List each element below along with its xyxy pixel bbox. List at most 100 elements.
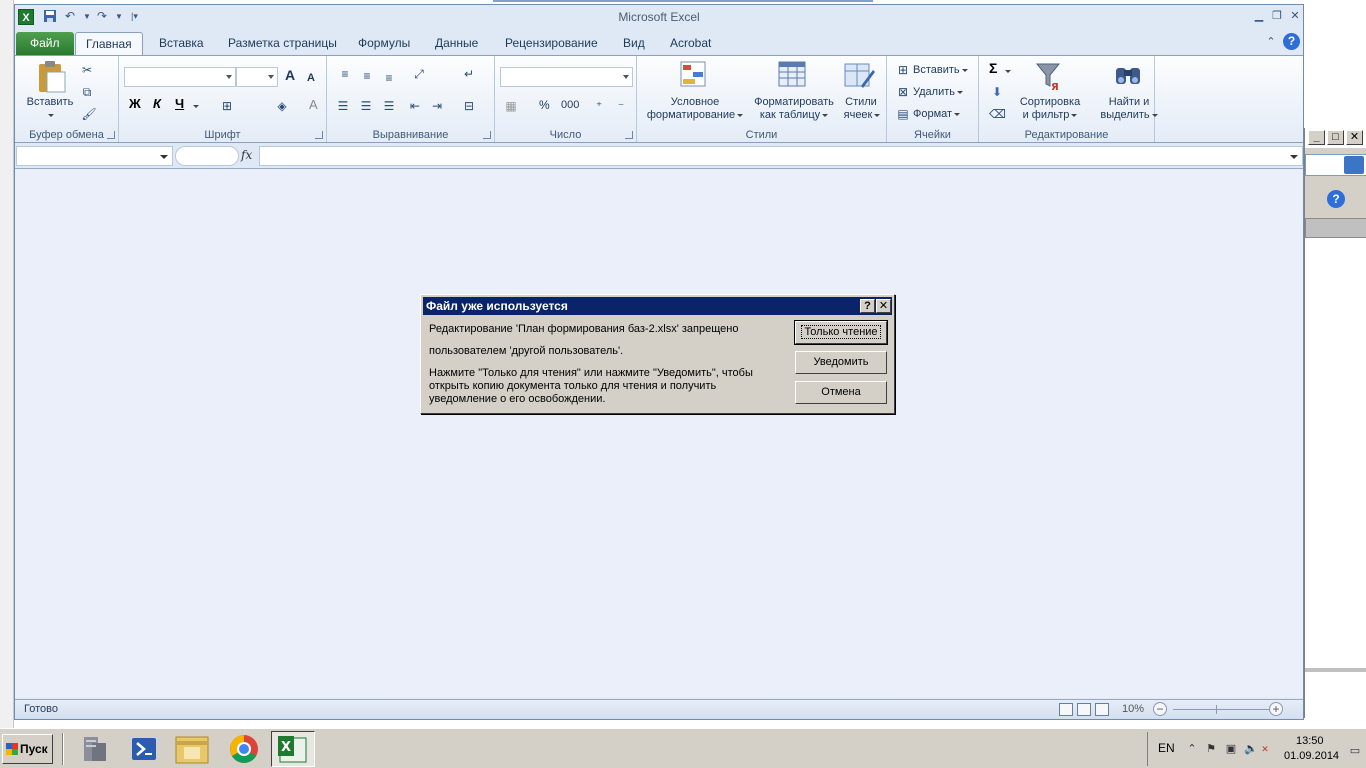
format-as-table-line1[interactable]: Форматировать bbox=[747, 96, 841, 109]
format-cells-icon[interactable]: ▤ bbox=[895, 106, 911, 122]
dialog-close-button[interactable]: ✕ bbox=[876, 299, 891, 313]
thousands-button[interactable]: 000 bbox=[561, 99, 579, 112]
formula-input[interactable] bbox=[259, 146, 1303, 166]
search-icon[interactable] bbox=[1344, 156, 1364, 174]
format-as-table-line2[interactable]: как таблицу bbox=[747, 109, 841, 122]
show-hidden-icons-icon[interactable]: ⌃ bbox=[1185, 742, 1199, 756]
language-indicator[interactable]: EN bbox=[1158, 741, 1175, 755]
conditional-formatting-line1[interactable]: Условное bbox=[645, 96, 745, 109]
format-cells-button[interactable]: Формат bbox=[913, 108, 961, 121]
paste-icon[interactable] bbox=[35, 60, 67, 93]
tab-page-layout[interactable]: Разметка страницы bbox=[218, 32, 347, 55]
find-select-line1[interactable]: Найти и bbox=[1091, 96, 1167, 109]
autosum-icon[interactable]: Σ bbox=[989, 61, 997, 75]
tab-data[interactable]: Данные bbox=[425, 32, 488, 55]
cell-styles-line1[interactable]: Стили bbox=[841, 96, 881, 109]
zoom-slider[interactable] bbox=[1173, 709, 1273, 710]
minimize-icon[interactable]: ▁ bbox=[1251, 9, 1267, 23]
close-icon[interactable]: ✕ bbox=[1346, 130, 1363, 145]
paste-button[interactable]: Вставить bbox=[25, 96, 75, 109]
format-as-table-icon[interactable] bbox=[777, 60, 809, 92]
delete-cells-icon[interactable]: ⊠ bbox=[895, 84, 911, 100]
alignment-launcher-icon[interactable] bbox=[483, 131, 491, 139]
taskbar-powershell-icon[interactable] bbox=[122, 731, 166, 767]
percent-button[interactable]: % bbox=[539, 99, 550, 112]
tab-file[interactable]: Файл bbox=[16, 32, 74, 55]
decrease-indent-icon[interactable]: ⇤ bbox=[407, 98, 423, 114]
borders-icon[interactable]: ⊞ bbox=[219, 98, 235, 114]
tab-home[interactable]: Главная bbox=[75, 32, 143, 55]
collapse-ribbon-icon[interactable]: ⌃ bbox=[1263, 35, 1279, 49]
italic-button[interactable]: К bbox=[153, 97, 161, 110]
delete-cells-button[interactable]: Удалить bbox=[913, 86, 963, 99]
orientation-icon[interactable]: ⤢ bbox=[411, 66, 427, 82]
maximize-icon[interactable]: □ bbox=[1327, 130, 1344, 145]
clock-time[interactable]: 13:50 bbox=[1296, 735, 1324, 747]
cut-icon[interactable]: ✂ bbox=[79, 62, 95, 78]
align-top-icon[interactable]: ≡ bbox=[337, 66, 353, 82]
font-launcher-icon[interactable] bbox=[315, 131, 323, 139]
align-middle-icon[interactable]: ≡ bbox=[359, 68, 375, 84]
number-launcher-icon[interactable] bbox=[625, 131, 633, 139]
zoom-level[interactable]: 10% bbox=[1122, 703, 1144, 715]
tab-formulas[interactable]: Формулы bbox=[348, 32, 420, 55]
page-layout-view-icon[interactable] bbox=[1077, 703, 1091, 716]
conditional-formatting-icon[interactable] bbox=[679, 60, 711, 92]
sort-filter-line1[interactable]: Сортировка bbox=[1015, 96, 1085, 109]
align-left-icon[interactable]: ☰ bbox=[335, 98, 351, 114]
sort-filter-icon[interactable]: Я bbox=[1033, 60, 1065, 93]
volume-muted-icon[interactable]: 🔈 bbox=[1244, 742, 1258, 756]
underline-dropdown-icon[interactable] bbox=[191, 100, 199, 113]
background-search-field[interactable] bbox=[1305, 154, 1366, 176]
cancel-button[interactable]: Отмена bbox=[795, 381, 887, 404]
zoom-out-icon[interactable]: − bbox=[1153, 702, 1167, 716]
taskbar-chrome-icon[interactable] bbox=[222, 731, 266, 767]
notify-button[interactable]: Уведомить bbox=[795, 351, 887, 374]
find-select-icon[interactable] bbox=[1113, 60, 1145, 92]
font-color-icon[interactable]: A bbox=[309, 98, 318, 111]
shrink-font-icon[interactable]: A bbox=[307, 72, 315, 85]
formula-buttons[interactable] bbox=[175, 146, 239, 166]
start-button[interactable]: Пуск bbox=[2, 734, 53, 764]
merge-center-icon[interactable]: ⊟ bbox=[461, 98, 477, 114]
find-select-line2[interactable]: выделить bbox=[1091, 109, 1167, 122]
restore-icon[interactable]: ❐ bbox=[1269, 9, 1285, 23]
format-painter-icon[interactable]: 🖌 bbox=[81, 106, 97, 122]
font-size-combo[interactable] bbox=[236, 67, 278, 87]
paste-dropdown-icon[interactable] bbox=[46, 109, 54, 122]
fill-icon[interactable]: ⬇ bbox=[989, 84, 1005, 100]
underline-button[interactable]: Ч bbox=[175, 97, 184, 110]
action-center-flag-icon[interactable]: ⚑ bbox=[1204, 742, 1218, 756]
grow-font-icon[interactable]: A bbox=[285, 68, 295, 82]
close-icon[interactable]: ✕ bbox=[1287, 9, 1303, 23]
tab-insert[interactable]: Вставка bbox=[149, 32, 214, 55]
increase-indent-icon[interactable]: ⇥ bbox=[429, 98, 445, 114]
dialog-help-button[interactable]: ? bbox=[860, 299, 875, 313]
increase-decimal-icon[interactable]: ⁺ bbox=[591, 98, 607, 114]
taskbar-excel-icon[interactable]: X bbox=[271, 731, 315, 767]
show-desktop-icon[interactable]: ▭ bbox=[1348, 744, 1362, 758]
read-only-button[interactable]: Только чтение bbox=[794, 320, 888, 345]
conditional-formatting-line2[interactable]: форматирование bbox=[645, 109, 745, 122]
insert-cells-button[interactable]: Вставить bbox=[913, 64, 968, 77]
cell-styles-line2[interactable]: ячеек bbox=[839, 109, 885, 122]
align-center-icon[interactable]: ☰ bbox=[358, 98, 374, 114]
name-box[interactable] bbox=[16, 146, 173, 166]
copy-icon[interactable]: ⧉ bbox=[79, 84, 95, 100]
tab-acrobat[interactable]: Acrobat bbox=[660, 32, 721, 55]
help-icon[interactable]: ? bbox=[1327, 190, 1345, 208]
cell-styles-icon[interactable] bbox=[843, 60, 875, 92]
font-name-combo[interactable] bbox=[124, 67, 236, 87]
help-icon[interactable]: ? bbox=[1283, 33, 1300, 50]
taskbar-explorer-icon[interactable] bbox=[170, 731, 214, 767]
clock-date[interactable]: 01.09.2014 bbox=[1284, 750, 1339, 762]
bold-button[interactable]: Ж bbox=[129, 97, 141, 110]
sort-filter-line2[interactable]: и фильтр bbox=[1015, 109, 1085, 122]
decrease-decimal-icon[interactable]: ⁻ bbox=[613, 98, 629, 114]
network-icon[interactable]: ▣ bbox=[1224, 742, 1238, 756]
zoom-in-icon[interactable]: + bbox=[1269, 702, 1283, 716]
align-right-icon[interactable]: ☰ bbox=[381, 98, 397, 114]
page-break-view-icon[interactable] bbox=[1095, 703, 1109, 716]
taskbar-server-manager-icon[interactable] bbox=[74, 731, 118, 767]
clipboard-launcher-icon[interactable] bbox=[107, 131, 115, 139]
